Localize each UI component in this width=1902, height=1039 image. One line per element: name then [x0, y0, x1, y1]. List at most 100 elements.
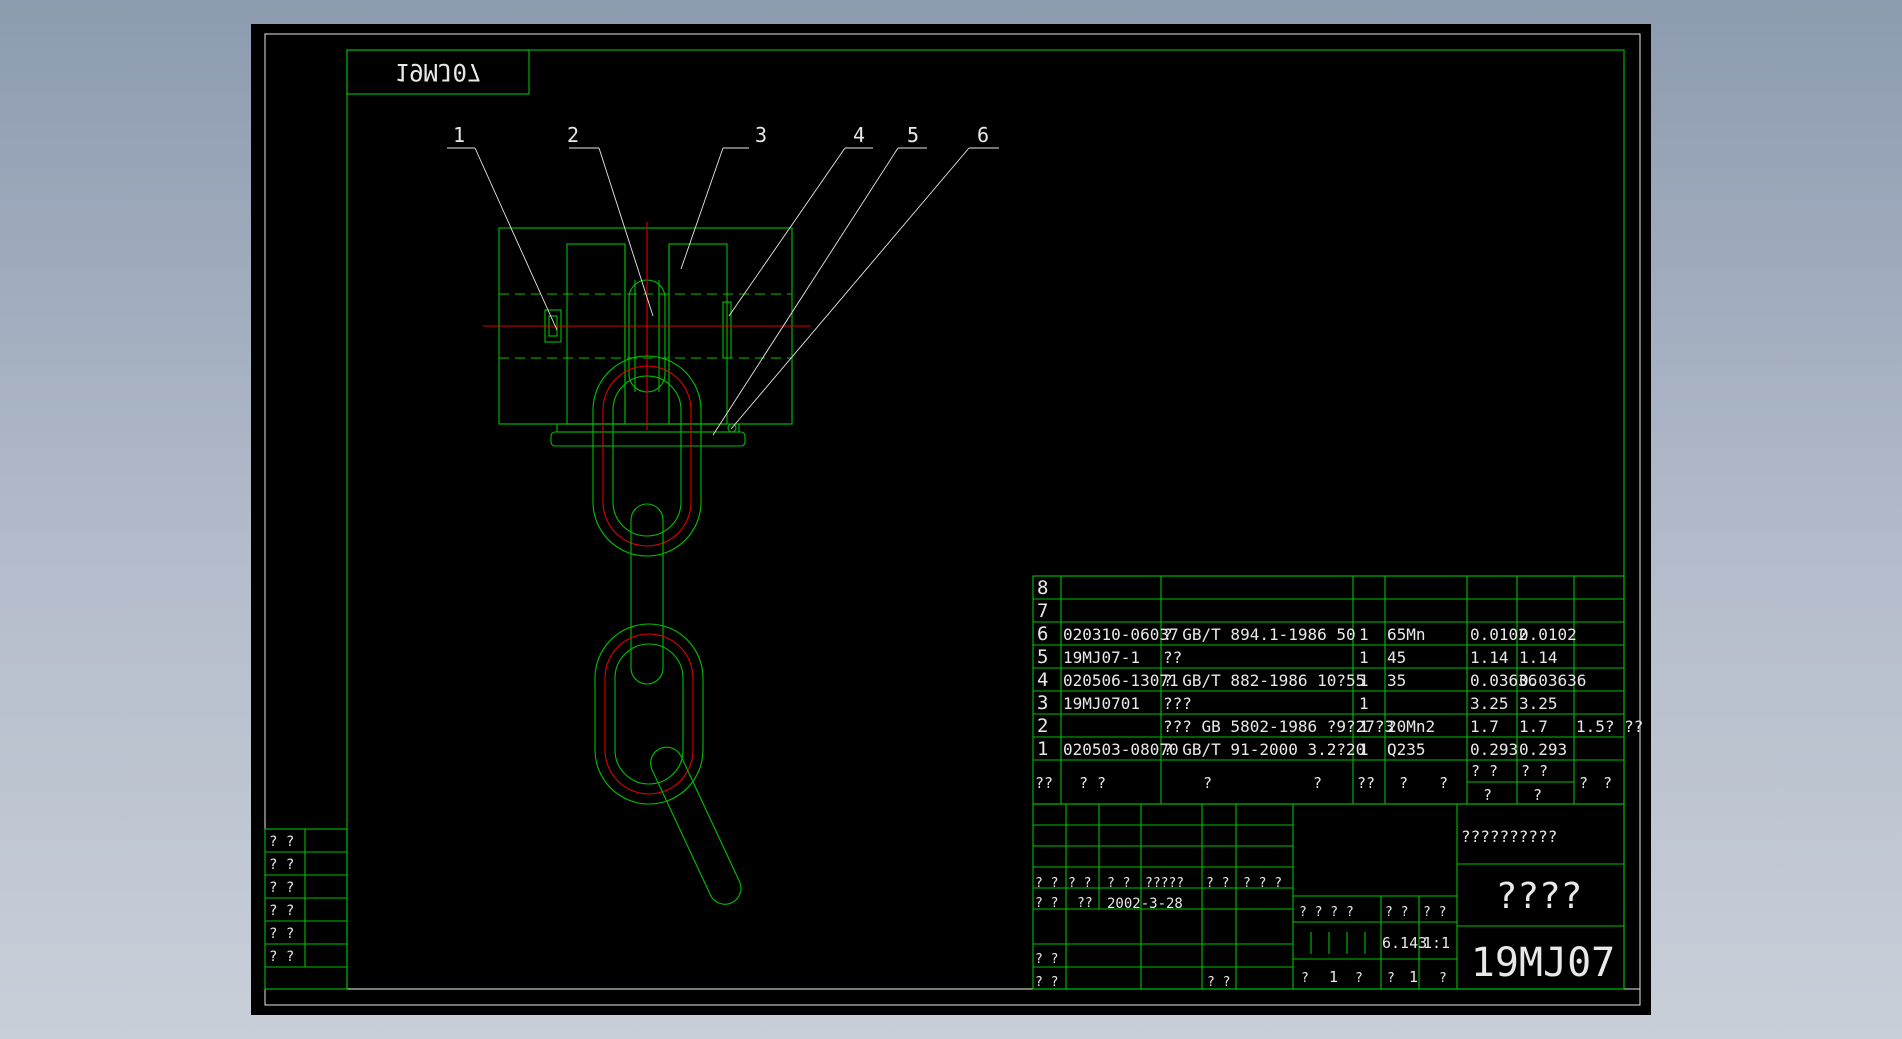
bom-cell-no: 8: [1037, 577, 1048, 599]
signer-name: ??: [1077, 896, 1093, 911]
bom-header-cell: ?: [1533, 786, 1542, 804]
bom-cell-code: 19MJ07-1: [1063, 648, 1140, 667]
bom-cell-code: 020503-08070: [1063, 740, 1179, 759]
sheet-info: ?: [1355, 971, 1363, 986]
bom-cell-unit: 3.25: [1470, 694, 1509, 713]
left-strip-label: ? ?: [269, 834, 294, 850]
row-label: ? ?: [1207, 975, 1230, 990]
base-plate: [556, 423, 740, 433]
sheet-inner-border: [346, 49, 1625, 990]
bom-cell-mat: 45: [1387, 648, 1406, 667]
left-strip-label: ? ?: [269, 949, 294, 965]
bom-cell-no: 6: [1037, 623, 1048, 645]
bom-cell-name: ??: [1163, 648, 1182, 667]
company-name: ??????????: [1461, 827, 1557, 846]
rev-label: ? ?: [1206, 876, 1229, 891]
bom-cell-unit: 1.7: [1470, 717, 1499, 736]
bom-cell-note: 1.5? ??: [1576, 717, 1643, 736]
left-strip-label: ? ?: [269, 880, 294, 896]
bom-cell-unit: 1.14: [1470, 648, 1509, 667]
weight-label: ? ?: [1385, 905, 1408, 920]
rev-label: ? ?: [1068, 876, 1091, 891]
balloon-number: 3: [755, 123, 767, 147]
bom-cell-mat: 65Mn: [1387, 625, 1426, 644]
bom-cell-no: 1: [1037, 738, 1048, 760]
drawing-name: ????: [1496, 876, 1583, 917]
bom-cell-qty: 1: [1359, 717, 1369, 736]
sheet-info: 1: [1329, 968, 1338, 986]
bom-cell-qty: 1: [1359, 671, 1369, 690]
cad-drawing-viewport[interactable]: 19MJ07 ? ? ? ? ? ? ? ? ? ? ? ? 1 2 3 4 5…: [251, 24, 1651, 1015]
bom-cell-qty: 1: [1359, 625, 1369, 644]
housing-left-plate: [566, 243, 626, 425]
bom-cell-qty: 1: [1359, 648, 1369, 667]
balloon-number: 2: [567, 123, 579, 147]
bom-cell-total: 1.7: [1519, 717, 1548, 736]
bom-header-cell: ? ?: [1079, 774, 1106, 792]
chain-link: [650, 746, 742, 905]
bom-cell-name: ???: [1163, 694, 1192, 713]
scale-value: 1:1: [1423, 934, 1450, 952]
bom-cell-qty: 1: [1359, 740, 1369, 759]
sheet-info: ?: [1439, 971, 1447, 986]
bom-cell-no: 3: [1037, 692, 1048, 714]
bom-cell-total: 1.14: [1519, 648, 1558, 667]
row-label: ? ?: [1035, 896, 1058, 911]
sheet-info: ?: [1301, 971, 1309, 986]
left-strip-table: ? ? ? ? ? ? ? ? ? ? ? ?: [264, 828, 348, 990]
chain-link: [594, 623, 704, 805]
bom-cell-total: 0.293: [1519, 740, 1567, 759]
bom-cell-total: 0.0102: [1519, 625, 1577, 644]
bom-header-cell: ?: [1603, 774, 1612, 792]
date-value: 2002-3-28: [1107, 896, 1183, 912]
bom-cell-no: 7: [1037, 600, 1048, 622]
bom-header-cell: ?: [1203, 774, 1212, 792]
bom-header-cell: ? ?: [1521, 762, 1548, 780]
bom-cell-total: 3.25: [1519, 694, 1558, 713]
bom-cell-mat: Q235: [1387, 740, 1426, 759]
bom-cell-mat: 20Mn2: [1387, 717, 1435, 736]
rev-label: ?????: [1145, 876, 1184, 891]
title-block-text: ? ? ? ? ? ? ????? ? ? ? ? ? ? ? ?? 2002-…: [1035, 827, 1615, 990]
left-strip-label: ? ?: [269, 857, 294, 873]
bom-cell-no: 2: [1037, 715, 1048, 737]
weight-value: 6.143: [1382, 934, 1427, 952]
chain-link: [630, 503, 664, 685]
rev-label: ? ?: [1035, 876, 1058, 891]
bom-header-cell: ? ?: [1471, 762, 1498, 780]
rev-label: ? ?: [1107, 876, 1130, 891]
balloon-number: 4: [853, 123, 865, 147]
left-strip-label: ? ?: [269, 903, 294, 919]
bom-cell-name: ? GB/T 882-1986 10?55: [1163, 671, 1365, 690]
bom-cell-name: ? GB/T 91-2000 3.2?20: [1163, 740, 1365, 759]
bom-header-cell: ?: [1579, 774, 1588, 792]
bom-cell-no: 4: [1037, 669, 1048, 691]
rev-label: ? ? ?: [1243, 876, 1282, 891]
bom-header-cell: ?: [1313, 774, 1322, 792]
bom-header-cell: ?: [1399, 774, 1408, 792]
scale-label: ? ?: [1423, 905, 1446, 920]
bom-header-cell: ?: [1483, 786, 1492, 804]
bom-header-cell: ??: [1035, 774, 1053, 792]
assembly-view: 1 2 3 4 5 6: [447, 123, 999, 905]
bom-header: ?? ? ? ? ? ?? ? ? ? ? ? ? ? ? ? ?: [1035, 762, 1612, 804]
stage-label: ? ? ? ?: [1299, 905, 1354, 920]
balloon-number: 6: [977, 123, 989, 147]
row-label: ? ?: [1035, 975, 1058, 990]
bom-cell-mat: 35: [1387, 671, 1406, 690]
drawing-code: 19MJ07: [1471, 940, 1616, 986]
bom-header-cell: ?: [1439, 774, 1448, 792]
bom-cell-qty: 1: [1359, 694, 1369, 713]
bom-header-cell: ??: [1357, 774, 1375, 792]
row-label: ? ?: [1035, 952, 1058, 967]
balloon-number: 1: [453, 123, 465, 147]
mirrored-code-text: 19MJ07: [395, 58, 482, 86]
bom-cell-unit: 0.293: [1470, 740, 1518, 759]
bom-cell-code: 020506-13071: [1063, 671, 1179, 690]
bom-cell-name: ? GB/T 894.1-1986 50: [1163, 625, 1356, 644]
bom-cell-no: 5: [1037, 646, 1048, 668]
bom-cell-code: 020310-06037: [1063, 625, 1179, 644]
housing-right-plate: [668, 243, 728, 425]
sheet-info: ?: [1387, 971, 1395, 986]
bom-cell-total: 0.03636: [1519, 671, 1586, 690]
